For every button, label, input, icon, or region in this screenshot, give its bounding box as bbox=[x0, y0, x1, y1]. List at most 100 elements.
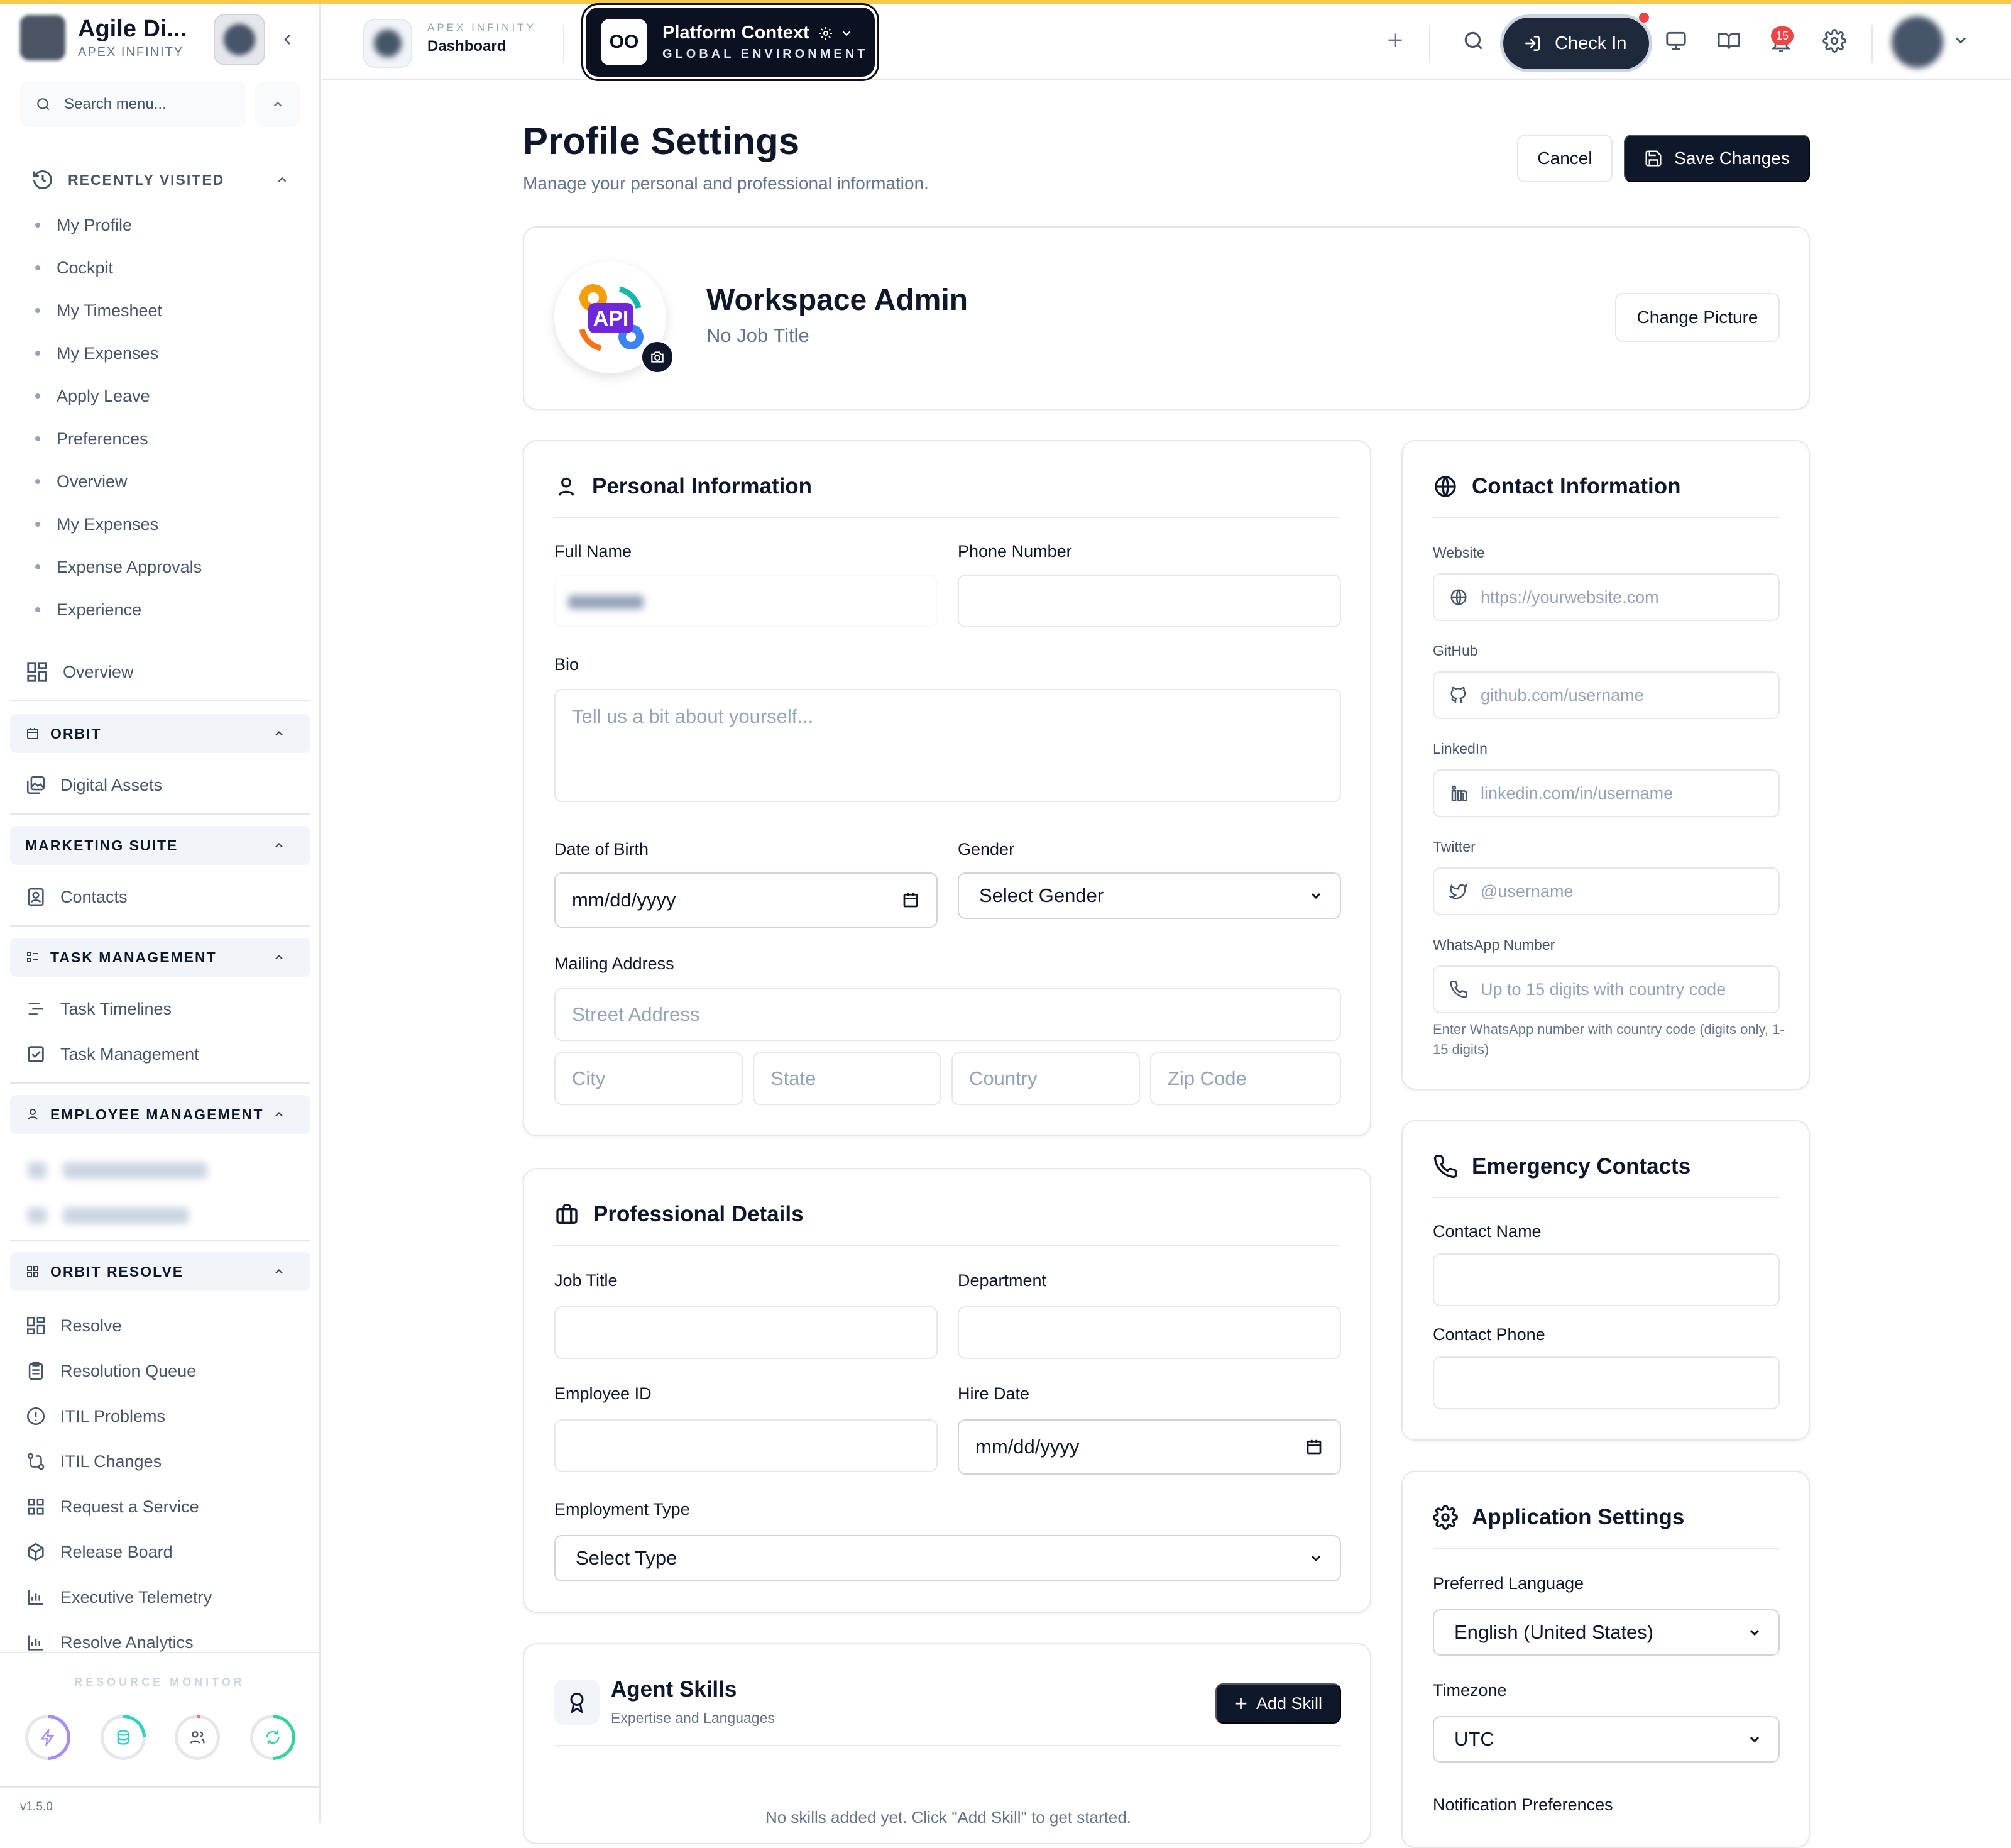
recent-item[interactable]: Experience bbox=[35, 588, 202, 631]
sidebar-item-contacts[interactable]: Contacts bbox=[25, 886, 128, 908]
platform-context-switcher[interactable]: OO Platform Context GLOBAL ENVIRONMENT bbox=[586, 8, 875, 77]
sidebar-item-overview[interactable]: Overview bbox=[25, 660, 134, 684]
blurred-nav-item[interactable] bbox=[28, 1158, 207, 1183]
sidebar-item-task-management[interactable]: Task Management bbox=[25, 1043, 199, 1065]
sidebar-item-itil-problems[interactable]: ITIL Problems bbox=[25, 1405, 165, 1427]
recently-visited-header[interactable]: RECENTLY VISITED bbox=[31, 168, 289, 191]
brand-name: Agile Di... bbox=[78, 16, 187, 42]
org-avatar[interactable] bbox=[363, 19, 412, 68]
profile-name: Workspace Admin bbox=[706, 283, 968, 317]
employee-id-label: Employee ID bbox=[554, 1384, 652, 1403]
profile-job-title: No Job Title bbox=[706, 324, 809, 346]
chevron-down-icon bbox=[1750, 1736, 1760, 1743]
zip-code-input[interactable]: Zip Code bbox=[1150, 1052, 1341, 1105]
monitor-icon[interactable] bbox=[1664, 29, 1688, 53]
sidebar-item-release-board[interactable]: Release Board bbox=[25, 1541, 173, 1563]
context-title: Platform Context bbox=[662, 23, 809, 43]
clipboard-icon bbox=[28, 1361, 43, 1380]
gender-select[interactable]: Select Gender bbox=[958, 872, 1341, 919]
collapse-sidebar-icon[interactable] bbox=[280, 29, 295, 52]
whatsapp-input[interactable]: Up to 15 digits with country code bbox=[1433, 965, 1780, 1013]
sidebar-item-itil-changes[interactable]: ITIL Changes bbox=[25, 1451, 162, 1472]
section-employee-management[interactable]: EMPLOYEE MANAGEMENT bbox=[10, 1095, 310, 1134]
twitter-input[interactable]: @username bbox=[1433, 867, 1780, 915]
city-input[interactable]: City bbox=[554, 1052, 743, 1105]
website-input[interactable]: https://yourwebsite.com bbox=[1433, 573, 1780, 621]
sidebar-item-task-timelines[interactable]: Task Timelines bbox=[25, 998, 172, 1020]
change-picture-button[interactable]: Change Picture bbox=[1615, 293, 1780, 342]
date-of-birth-input[interactable]: mm/dd/yyyy bbox=[554, 872, 938, 928]
notification-count-badge: 15 bbox=[1771, 26, 1794, 45]
workspace-switcher[interactable] bbox=[214, 14, 265, 65]
database-icon bbox=[117, 1730, 129, 1745]
recent-item[interactable]: My Profile bbox=[35, 204, 202, 246]
section-task-management[interactable]: TASK MANAGEMENT bbox=[10, 938, 310, 977]
cpu-gauge[interactable] bbox=[25, 1715, 70, 1760]
brand[interactable]: Agile Di... APEX INFINITY bbox=[20, 15, 187, 60]
add-skill-button[interactable]: + Add Skill bbox=[1215, 1683, 1341, 1724]
sidebar-item-label: ITIL Changes bbox=[60, 1451, 162, 1471]
recent-item[interactable]: Preferences bbox=[35, 417, 202, 460]
sidebar-item-request-service[interactable]: Request a Service bbox=[25, 1496, 199, 1517]
timezone-select[interactable]: UTC bbox=[1433, 1716, 1780, 1763]
sidebar-item-executive-telemetry[interactable]: Executive Telemetry bbox=[25, 1587, 212, 1608]
contact-name-label: Contact Name bbox=[1433, 1222, 1542, 1241]
recent-item[interactable]: Apply Leave bbox=[35, 375, 202, 417]
divider bbox=[554, 517, 1339, 518]
recent-item[interactable]: Overview bbox=[35, 460, 202, 503]
phone-number-field[interactable] bbox=[958, 575, 1341, 627]
street-address-input[interactable]: Street Address bbox=[554, 988, 1341, 1041]
sidebar-item-digital-assets[interactable]: Digital Assets bbox=[25, 774, 162, 796]
users-gauge[interactable] bbox=[175, 1715, 220, 1760]
github-input[interactable]: github.com/username bbox=[1433, 671, 1780, 719]
full-name-field[interactable] bbox=[554, 575, 938, 627]
state-input[interactable]: State bbox=[753, 1052, 941, 1105]
gender-label: Gender bbox=[958, 840, 1015, 859]
user-avatar[interactable] bbox=[1892, 16, 1943, 68]
chevron-down-icon[interactable] bbox=[1952, 31, 1970, 52]
recent-item[interactable]: Cockpit bbox=[35, 246, 202, 289]
recent-item[interactable]: My Expenses bbox=[35, 332, 202, 375]
employment-type-label: Employment Type bbox=[554, 1500, 690, 1519]
blurred-nav-item[interactable] bbox=[28, 1203, 189, 1228]
section-marketing-suite[interactable]: MARKETING SUITE bbox=[10, 826, 310, 865]
section-orbit[interactable]: ORBIT bbox=[10, 714, 310, 753]
sync-gauge[interactable] bbox=[250, 1715, 295, 1760]
employment-type-select[interactable]: Select Type bbox=[554, 1535, 1341, 1581]
department-input[interactable] bbox=[958, 1306, 1341, 1359]
linkedin-input[interactable]: linkedin.com/in/username bbox=[1433, 769, 1780, 817]
book-icon[interactable] bbox=[1717, 29, 1741, 53]
website-placeholder: https://yourwebsite.com bbox=[1481, 587, 1659, 607]
save-changes-button[interactable]: Save Changes bbox=[1624, 135, 1810, 182]
collapse-all-button[interactable] bbox=[255, 82, 300, 127]
sidebar-item-resolve[interactable]: Resolve bbox=[25, 1315, 122, 1336]
calendar-icon bbox=[27, 728, 38, 739]
preferred-language-select[interactable]: English (United States) bbox=[1433, 1609, 1780, 1656]
contact-phone-label: Contact Phone bbox=[1433, 1325, 1545, 1344]
recent-item[interactable]: My Expenses bbox=[35, 503, 202, 546]
camera-button[interactable] bbox=[640, 339, 675, 375]
employee-id-input[interactable] bbox=[554, 1419, 938, 1472]
bio-textarea[interactable]: Tell us a bit about yourself... bbox=[554, 689, 1341, 802]
contact-phone-input[interactable] bbox=[1433, 1356, 1780, 1409]
github-icon bbox=[1450, 686, 1466, 703]
breadcrumb[interactable]: APEX INFINITY Dashboard bbox=[427, 21, 536, 55]
hire-date-input[interactable]: mm/dd/yyyy bbox=[958, 1419, 1341, 1475]
storage-gauge[interactable] bbox=[101, 1715, 146, 1760]
country-input[interactable]: Country bbox=[951, 1052, 1140, 1105]
recent-item[interactable]: Expense Approvals bbox=[35, 546, 202, 588]
check-in-button[interactable]: Check In bbox=[1503, 18, 1649, 69]
sidebar-search-input[interactable]: Search menu... bbox=[20, 82, 246, 127]
sidebar-item-label: Task Timelines bbox=[60, 999, 172, 1018]
add-icon[interactable] bbox=[1384, 29, 1406, 52]
search-icon[interactable] bbox=[1462, 29, 1486, 53]
section-orbit-resolve[interactable]: ORBIT RESOLVE bbox=[10, 1252, 310, 1291]
cancel-button[interactable]: Cancel bbox=[1517, 135, 1613, 182]
gear-icon[interactable] bbox=[1822, 29, 1846, 53]
contact-name-input[interactable] bbox=[1433, 1253, 1780, 1306]
profile-card: API Workspace Admin No Job Title Change … bbox=[523, 226, 1810, 410]
sidebar-item-resolve-analytics[interactable]: Resolve Analytics bbox=[25, 1632, 194, 1653]
job-title-input[interactable] bbox=[554, 1306, 938, 1359]
sidebar-item-resolution-queue[interactable]: Resolution Queue bbox=[25, 1360, 196, 1382]
recent-item[interactable]: My Timesheet bbox=[35, 289, 202, 332]
